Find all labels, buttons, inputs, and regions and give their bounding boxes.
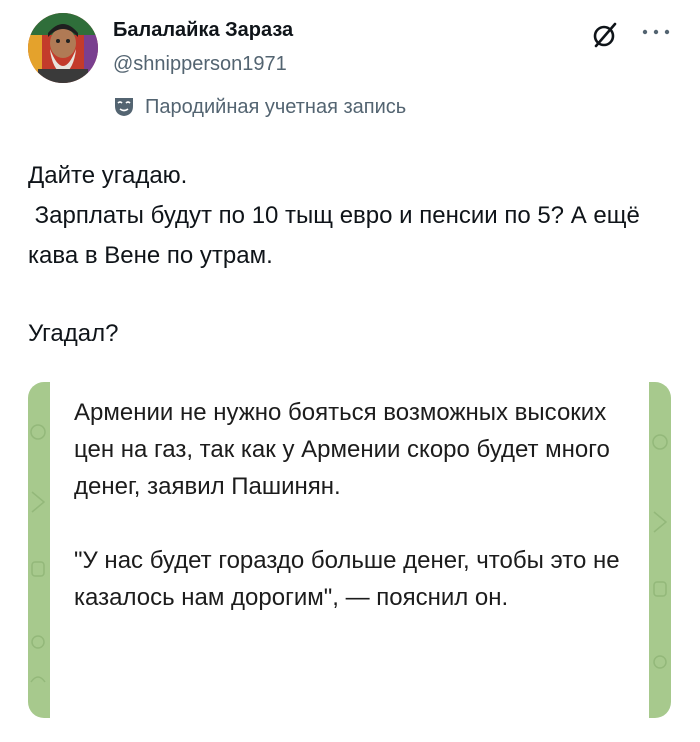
tweet-text-line: Дайте угадаю. [28,162,188,189]
author-display-name[interactable]: Балалайка Зараза [113,19,293,42]
author-handle[interactable]: @shnipperson1971 [113,53,287,76]
parody-label: Пародийная учетная запись [145,95,407,118]
tweet-text-line: Зарплаты будут по 10 тыщ евро и пенсии п… [28,202,647,269]
message-paragraph: "У нас будет гораздо больше денег, чтобы… [74,547,627,611]
message-paragraph: Армении не нужно бояться возможных высок… [74,399,617,500]
grok-icon[interactable] [590,20,620,50]
avatar-image [28,13,98,83]
tweet-text: Дайте угадаю. Зарплаты будут по 10 тыщ е… [28,156,678,354]
tweet-text-line: Угадал? [28,320,119,347]
parody-account-indicator: Пародийная учетная запись [113,94,406,120]
tweet[interactable]: Балалайка Зараза @shnipperson1971 Пароди… [0,0,700,742]
more-horizontal-icon[interactable] [638,18,674,46]
avatar[interactable] [28,13,98,83]
theater-mask-icon [115,98,133,116]
attached-image[interactable]: Армении не нужно бояться возможных высок… [28,382,671,718]
message-text: Армении не нужно бояться возможных высок… [74,394,634,616]
